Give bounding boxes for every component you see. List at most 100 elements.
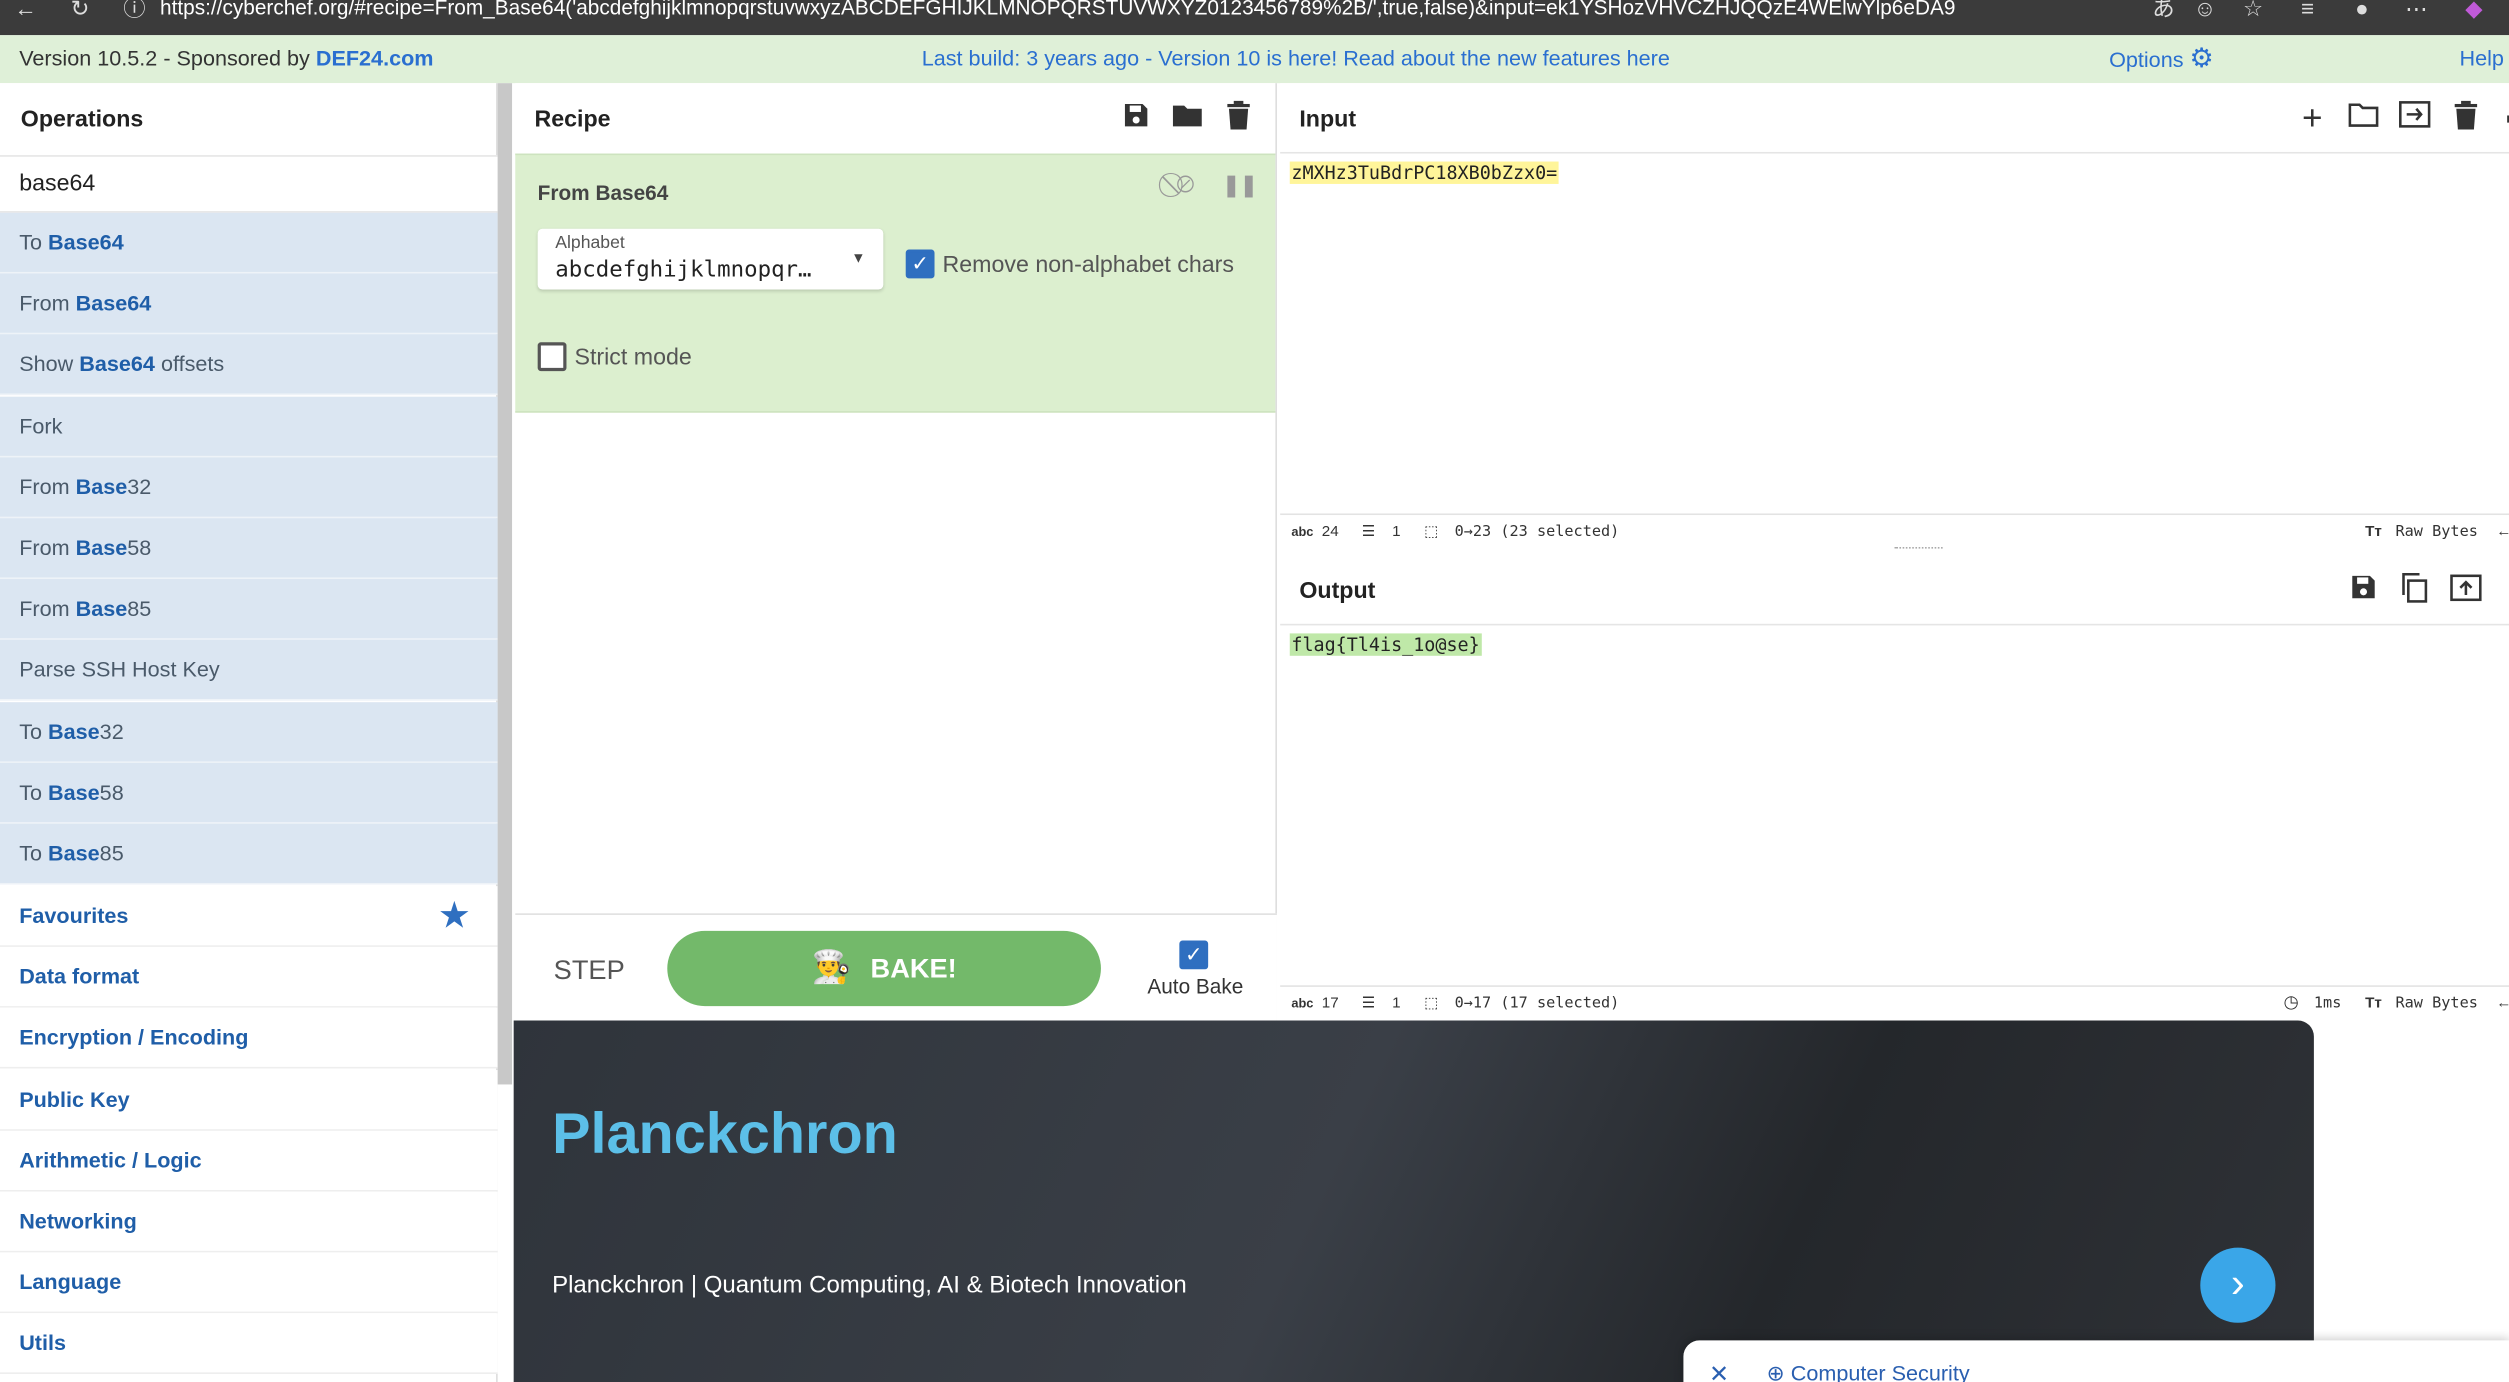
output-status-bar: abc 17 ☰ 1 ⬚ 0→17 (17 selected) ◷ 1ms Tт… bbox=[1280, 985, 2509, 1021]
computer-security-link[interactable]: ⊕ Computer Security bbox=[1767, 1361, 1970, 1382]
clear-recipe-icon[interactable] bbox=[1221, 100, 1256, 136]
alphabet-select[interactable]: Alphabet abcdefghijklmnopqr… ▼ bbox=[537, 228, 884, 290]
operation-result-item[interactable]: Fork bbox=[0, 396, 498, 457]
close-icon[interactable]: ✕ bbox=[1709, 1360, 1729, 1382]
step-button[interactable]: STEP bbox=[554, 955, 625, 987]
operation-result-text: From bbox=[19, 291, 76, 316]
category-encryption-encoding[interactable]: Encryption / Encoding bbox=[0, 1008, 498, 1070]
sponsor-link[interactable]: DEF24.com bbox=[316, 46, 434, 70]
input-layout-icon[interactable]: ▪ bbox=[2493, 101, 2509, 136]
operations-scrollbar[interactable] bbox=[497, 83, 513, 1085]
output-title: Output bbox=[1299, 579, 1376, 605]
profile-avatar-icon[interactable]: ● bbox=[2349, 0, 2375, 21]
clock-icon: ◷ bbox=[2283, 993, 2299, 1013]
operation-result-item[interactable]: Parse SSH Host Key bbox=[0, 640, 498, 702]
text-format-icon[interactable]: Tт bbox=[2365, 515, 2382, 549]
star-icon[interactable]: ☆ bbox=[2240, 0, 2266, 21]
extension-icon[interactable]: ☺ bbox=[2192, 0, 2218, 21]
operation-result-text: To bbox=[19, 841, 49, 866]
dropdown-caret-icon: ▼ bbox=[851, 249, 866, 266]
url-bar[interactable]: https://cyberchef.org/#recipe=From_Base6… bbox=[160, 0, 1955, 19]
version-text: Version 10.5.2 - Sponsored by DEF24.com bbox=[19, 35, 433, 83]
operation-result-text: 85 bbox=[127, 596, 152, 621]
operation-result-text: 32 bbox=[99, 719, 124, 744]
bake-button[interactable]: 👨‍🍳 BAKE! bbox=[667, 930, 1101, 1007]
breakpoint-icon[interactable]: ❚❚ bbox=[1223, 173, 1258, 199]
recipe-operation-from-base64[interactable]: From Base64 ⃠⊘ ❚❚ Alphabet abcdefghijklm… bbox=[515, 153, 1276, 413]
category-utils[interactable]: Utils bbox=[0, 1313, 498, 1375]
category-label: Arithmetic / Logic bbox=[19, 1148, 202, 1173]
operation-result-item[interactable]: To Base58 bbox=[0, 762, 498, 824]
operation-result-item[interactable]: From Base32 bbox=[0, 457, 498, 518]
operation-result-text: To bbox=[19, 719, 49, 744]
operation-result-match: Base bbox=[75, 535, 128, 560]
add-tab-icon[interactable]: + bbox=[2295, 100, 2330, 136]
category-favourites[interactable]: Favourites ★ bbox=[0, 886, 498, 947]
features-link[interactable]: here bbox=[1627, 46, 1670, 70]
input-encoding[interactable]: Raw Bytes bbox=[2395, 515, 2477, 549]
operation-result-item[interactable]: From Base85 bbox=[0, 579, 498, 641]
text-format-icon[interactable]: Tт bbox=[2365, 987, 2382, 1021]
chef-icon: 👨‍🍳 bbox=[811, 950, 852, 986]
output-encoding[interactable]: Raw Bytes bbox=[2395, 987, 2477, 1021]
replace-input-icon[interactable] bbox=[2448, 573, 2483, 608]
category-networking[interactable]: Networking bbox=[0, 1191, 498, 1253]
output-header-divider bbox=[1280, 623, 2509, 626]
eol-icon[interactable]: ← bbox=[2496, 515, 2509, 549]
disable-operation-icon[interactable]: ⃠⊘ bbox=[1176, 171, 1194, 198]
input-textarea[interactable]: zMXHz3TuBdrPC18XB0bZzx0= bbox=[1289, 161, 1559, 184]
operation-result-item[interactable]: To Base32 bbox=[0, 701, 498, 763]
operations-panel: Operations To Base64From Base64Show Base… bbox=[0, 83, 498, 1382]
reload-icon[interactable]: ↻ bbox=[67, 0, 93, 21]
build-text: Last build: 3 years ago - Version 10 is … bbox=[921, 46, 1627, 71]
auto-bake-checkbox[interactable]: ✓ bbox=[1179, 940, 1209, 970]
operation-result-item[interactable]: To Base85 bbox=[0, 823, 498, 885]
clear-input-icon[interactable] bbox=[2448, 100, 2483, 136]
ad-title: Planckchron bbox=[552, 1100, 898, 1167]
advertisement-banner[interactable]: Planckchron Planckchron | Quantum Comput… bbox=[513, 1020, 2314, 1382]
copy-output-icon[interactable] bbox=[2397, 572, 2432, 608]
operation-result-text: 58 bbox=[99, 780, 124, 805]
operations-search-input[interactable] bbox=[0, 155, 498, 213]
operation-result-item[interactable]: To Base64 bbox=[0, 212, 498, 274]
pane-resize-handle[interactable] bbox=[1894, 547, 1943, 552]
strict-mode-label: Strict mode bbox=[574, 345, 692, 372]
favorites-icon[interactable]: ≡ bbox=[2295, 0, 2321, 21]
save-recipe-icon[interactable] bbox=[1119, 101, 1154, 136]
output-text[interactable]: flag{Tl4is_1o@se} bbox=[1289, 633, 1482, 656]
operation-result-item[interactable]: From Base58 bbox=[0, 518, 498, 580]
output-selection: 0→17 (17 selected) bbox=[1454, 994, 1620, 1013]
operation-result-text: 32 bbox=[127, 474, 152, 499]
gear-icon: ⚙ bbox=[2189, 43, 2214, 74]
lines-icon: ☰ bbox=[1361, 523, 1376, 541]
strict-mode-checkbox[interactable] bbox=[537, 342, 567, 372]
operation-result-item[interactable]: Show Base64 offsets bbox=[0, 334, 498, 396]
category-language[interactable]: Language bbox=[0, 1252, 498, 1314]
save-output-icon[interactable] bbox=[2346, 573, 2381, 608]
bake-time: 1ms bbox=[2313, 994, 2342, 1013]
eol-icon[interactable]: ← bbox=[2496, 987, 2509, 1021]
open-folder-icon[interactable] bbox=[2346, 101, 2381, 136]
back-arrow-icon[interactable]: ← bbox=[13, 0, 39, 21]
ad-next-button[interactable]: › bbox=[2200, 1247, 2276, 1323]
open-file-icon[interactable] bbox=[2397, 101, 2432, 136]
site-info-icon[interactable]: ⓘ bbox=[122, 0, 148, 21]
output-more-icon[interactable]: ⋮ bbox=[2493, 573, 2509, 608]
copilot-icon[interactable]: ◆ bbox=[2461, 0, 2487, 21]
translate-icon[interactable]: あ bbox=[2151, 0, 2177, 21]
input-line-count: 1 bbox=[1392, 523, 1401, 541]
help-link[interactable]: Help bbox=[2460, 35, 2504, 83]
category-data-format[interactable]: Data format bbox=[0, 947, 498, 1008]
more-icon[interactable]: ⋯ bbox=[2404, 0, 2430, 21]
load-recipe-icon[interactable] bbox=[1170, 101, 1205, 136]
operation-result-text: To bbox=[19, 780, 49, 805]
operation-result-item[interactable]: From Base64 bbox=[0, 273, 498, 335]
input-status-bar: abc 24 ☰ 1 ⬚ 0→23 (23 selected) Tт Raw B… bbox=[1280, 513, 2509, 549]
category-arithmetic-logic[interactable]: Arithmetic / Logic bbox=[0, 1130, 498, 1192]
options-button[interactable]: Options ⚙ bbox=[2109, 35, 2214, 85]
category-public-key[interactable]: Public Key bbox=[0, 1069, 498, 1131]
length-icon: abc bbox=[1291, 996, 1314, 1011]
favourite-star-icon[interactable]: ★ bbox=[440, 886, 469, 947]
remove-non-alphabet-checkbox[interactable]: ✓ bbox=[905, 249, 935, 279]
operation-result-text: 58 bbox=[127, 535, 152, 560]
